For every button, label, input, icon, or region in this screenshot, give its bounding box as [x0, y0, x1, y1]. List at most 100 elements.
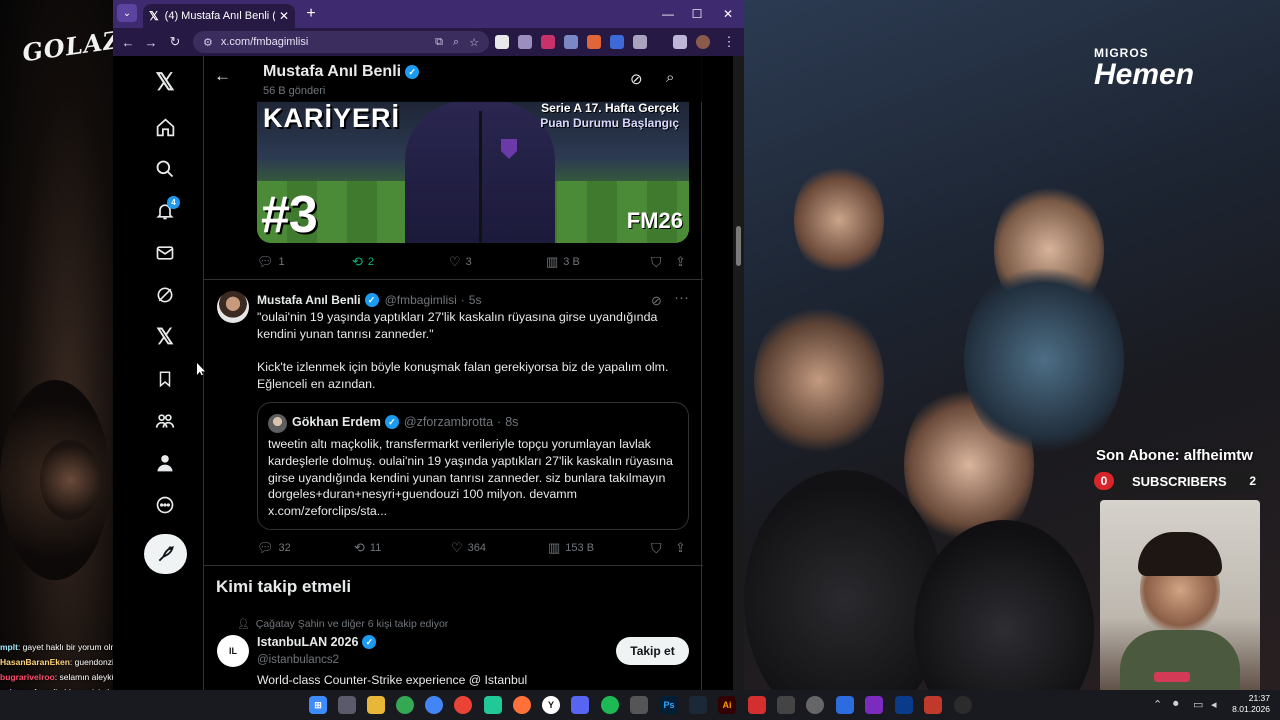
yandex-icon[interactable]: Y [542, 696, 560, 714]
quoted-tweet-card[interactable]: Gökhan Erdem ✓ @zforzambrotta · 8s tweet… [257, 402, 689, 530]
extension-3-icon[interactable] [541, 35, 555, 49]
compose-post-button[interactable] [144, 534, 187, 574]
address-bar[interactable]: ⚙ x.com/fmbagimlisi ⧉ ⌕ ☆ [193, 31, 489, 53]
bookmark-star-icon[interactable]: ☆ [469, 36, 479, 49]
tweet-more-icon[interactable]: ··· [674, 289, 689, 306]
grok-header-icon[interactable]: ⊘ [630, 70, 643, 88]
profile-header: ← Mustafa Anıl Benli ✓ 56 B gönderi ⊘ ⌕ [204, 56, 703, 102]
retweet-button[interactable]: ⟲ 11 [354, 540, 451, 556]
close-window-button[interactable]: ✕ [713, 4, 743, 24]
fm26-logo-text: FM26 [626, 208, 683, 233]
acrobat-icon[interactable] [748, 696, 766, 714]
volume-icon[interactable]: ◂ [1211, 698, 1217, 711]
chrome-alt-icon[interactable] [425, 696, 443, 714]
tray-chevron-icon[interactable]: ⌃ [1153, 698, 1162, 711]
author-avatar[interactable] [217, 291, 249, 323]
profile-person-icon[interactable] [146, 444, 184, 482]
more-options-icon[interactable] [146, 486, 184, 524]
app-purple-icon[interactable] [865, 696, 883, 714]
network-icon[interactable]: ▭ [1193, 698, 1203, 711]
tab-close-icon[interactable]: ✕ [279, 9, 289, 23]
obs-icon[interactable] [954, 696, 972, 714]
settings-gear-icon[interactable] [806, 696, 824, 714]
tab-search-button[interactable]: ⌄ [117, 4, 137, 22]
tweet-time[interactable]: 5s [469, 293, 482, 307]
browser-tab-active[interactable]: 𝕏 (4) Mustafa Anıl Benli (@fmbagimlisi) … [143, 4, 295, 28]
home-icon[interactable] [146, 108, 184, 146]
zoom-icon[interactable]: ⌕ [453, 36, 459, 49]
app-blue-icon[interactable] [836, 696, 854, 714]
extension-5-icon[interactable] [587, 35, 601, 49]
discord-icon[interactable] [571, 696, 589, 714]
tweet-author-name[interactable]: Mustafa Anıl Benli [257, 293, 361, 307]
new-tab-button[interactable]: + [301, 4, 321, 24]
scrollbar-thumb[interactable] [736, 226, 741, 266]
football-manager-icon[interactable] [895, 696, 913, 714]
suggested-account-avatar[interactable]: IL [217, 635, 249, 667]
explore-search-icon[interactable] [146, 150, 184, 188]
share-button[interactable]: ⇪ [675, 254, 689, 270]
steam-icon[interactable] [689, 696, 707, 714]
like-button[interactable]: ♡ 3 [449, 254, 546, 270]
premium-x-icon[interactable]: 𝕏 [146, 318, 184, 356]
opera-icon[interactable] [454, 696, 472, 714]
bookmarks-icon[interactable] [146, 360, 184, 398]
tweet-media-image[interactable]: KARİYERİ #3 Serie A 17. Hafta Gerçek Pua… [257, 101, 689, 243]
bookmark-button[interactable]: ⛉ [651, 254, 675, 271]
extension-1-icon[interactable] [495, 35, 509, 49]
clock-time[interactable]: 21:37 [1240, 693, 1270, 703]
chrome-icon[interactable] [396, 696, 414, 714]
maximize-button[interactable]: ☐ [682, 4, 712, 24]
illustrator-icon[interactable]: Ai [718, 696, 736, 714]
minimize-button[interactable]: — [653, 4, 683, 24]
suggested-account-handle[interactable]: @istanbulancs2 [257, 654, 339, 666]
grok-icon[interactable] [146, 276, 184, 314]
share-button[interactable]: ⇪ [675, 540, 689, 556]
media-caption-line1: Serie A 17. Hafta Gerçek [541, 101, 679, 115]
bookmark-button[interactable]: ⛉ [651, 540, 675, 557]
search-header-icon[interactable]: ⌕ [666, 69, 674, 86]
app-red-icon[interactable] [924, 696, 942, 714]
app-gray-icon[interactable] [630, 696, 648, 714]
suggested-account-name[interactable]: IstanbuLAN 2026 ✓ [257, 635, 377, 649]
spotify-icon[interactable] [601, 696, 619, 714]
app-green-icon[interactable] [484, 696, 502, 714]
views-button[interactable]: ▥ 3 B [546, 254, 651, 270]
file-explorer-icon[interactable] [367, 696, 385, 714]
back-arrow-icon[interactable]: ← [214, 66, 231, 86]
browser-menu-icon[interactable]: ⋮ [719, 32, 739, 52]
media-controls-icon[interactable] [673, 35, 687, 49]
forward-button[interactable]: → [141, 32, 161, 52]
retweet-button[interactable]: ⟲ 2 [352, 254, 449, 270]
clock-date[interactable]: 8.01.2026 [1226, 704, 1270, 714]
capture-icon[interactable] [777, 696, 795, 714]
extension-2-icon[interactable] [518, 35, 532, 49]
tweet-separator: · [460, 293, 465, 307]
x-favicon-icon: 𝕏 [149, 9, 159, 23]
extension-4-icon[interactable] [564, 35, 578, 49]
site-info-icon[interactable]: ⚙ [203, 36, 213, 49]
tweet-header: Mustafa Anıl Benli ✓ @fmbagimlisi · 5s [257, 292, 692, 308]
taskview-icon[interactable] [338, 696, 356, 714]
firefox-icon[interactable] [513, 696, 531, 714]
grok-explain-icon[interactable]: ⊘ [651, 293, 662, 309]
communities-icon[interactable] [146, 402, 184, 440]
extension-6-icon[interactable] [610, 35, 624, 49]
back-button[interactable]: ← [118, 32, 138, 52]
tweet-author-handle[interactable]: @fmbagimlisi [385, 293, 457, 307]
reply-button[interactable]: 💬︎ 1 [257, 254, 352, 270]
reload-button[interactable]: ↻ [165, 32, 185, 52]
reply-button[interactable]: 💬︎ 32 [257, 540, 354, 556]
photoshop-icon[interactable]: Ps [660, 696, 678, 714]
extensions-puzzle-icon[interactable] [633, 35, 647, 49]
x-home-logo-icon[interactable]: 𝕏 [146, 63, 184, 101]
windows-start-icon[interactable]: ⊞ [309, 696, 327, 714]
like-button[interactable]: ♡ 364 [451, 540, 548, 556]
follow-button[interactable]: Takip et [616, 637, 689, 665]
microphone-icon[interactable]: ⏺ [1173, 698, 1179, 711]
install-icon[interactable]: ⧉ [435, 36, 443, 49]
views-button[interactable]: ▥ 153 B [548, 540, 651, 556]
profile-avatar-icon[interactable] [696, 35, 710, 49]
messages-envelope-icon[interactable] [146, 234, 184, 272]
page-scrollbar[interactable] [733, 56, 744, 690]
